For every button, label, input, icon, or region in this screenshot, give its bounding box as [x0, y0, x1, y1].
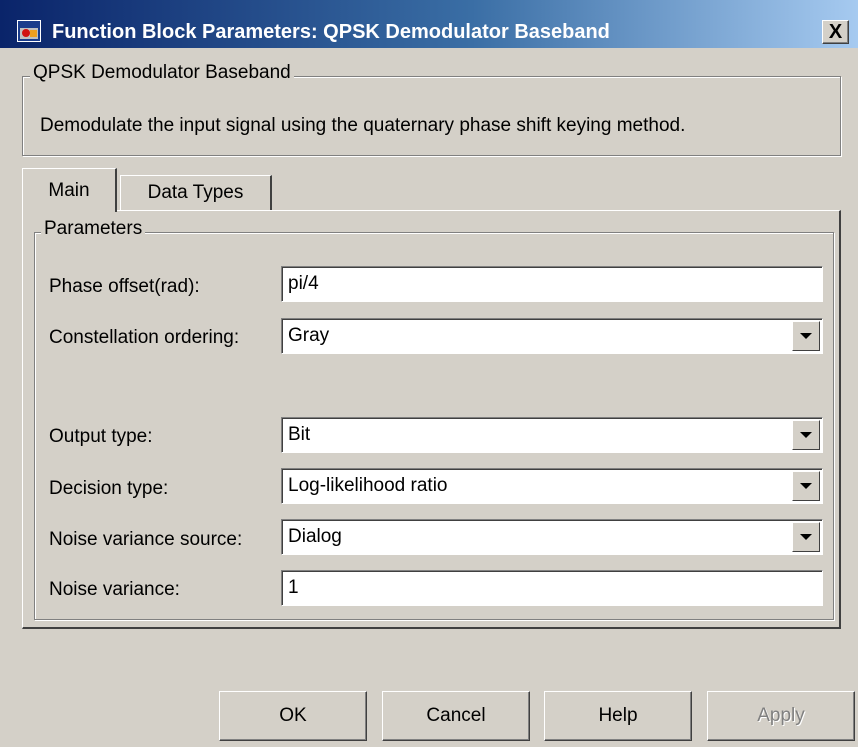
phase-offset-label: Phase offset(rad):	[49, 276, 200, 297]
decision-type-value: Log-likelihood ratio	[288, 475, 448, 496]
tab-main[interactable]: Main	[22, 168, 117, 212]
tab-main-label: Main	[48, 179, 90, 201]
noise-variance-label: Noise variance:	[49, 579, 180, 600]
constellation-ordering-dropdown-button[interactable]	[792, 321, 820, 351]
chevron-down-icon	[800, 333, 812, 339]
decision-type-label: Decision type:	[49, 478, 169, 499]
decision-type-dropdown-button[interactable]	[792, 471, 820, 501]
noise-variance-source-dropdown-button[interactable]	[792, 522, 820, 552]
close-icon: X	[828, 21, 843, 43]
tab-data-types[interactable]: Data Types	[120, 175, 272, 210]
ok-button[interactable]: OK	[219, 691, 367, 741]
parameters-legend: Parameters	[41, 218, 146, 240]
phase-offset-input[interactable]: pi/4	[281, 266, 823, 302]
chevron-down-icon	[800, 483, 812, 489]
noise-variance-source-select[interactable]: Dialog	[281, 519, 823, 555]
block-description: Demodulate the input signal using the qu…	[40, 115, 686, 136]
close-button[interactable]: X	[822, 20, 849, 44]
window-title: Function Block Parameters: QPSK Demodula…	[52, 21, 610, 43]
constellation-ordering-select[interactable]: Gray	[281, 318, 823, 354]
simulink-block-icon	[17, 20, 41, 42]
title-bar[interactable]: Function Block Parameters: QPSK Demodula…	[0, 0, 858, 48]
cancel-button[interactable]: Cancel	[382, 691, 530, 741]
chevron-down-icon	[800, 534, 812, 540]
noise-variance-source-value: Dialog	[288, 526, 342, 547]
constellation-ordering-label: Constellation ordering:	[49, 327, 240, 348]
output-type-dropdown-button[interactable]	[792, 420, 820, 450]
noise-variance-source-label: Noise variance source:	[49, 529, 243, 550]
block-name-legend: QPSK Demodulator Baseband	[30, 62, 294, 84]
output-type-label: Output type:	[49, 426, 153, 447]
apply-button[interactable]: Apply	[707, 691, 855, 741]
chevron-down-icon	[800, 432, 812, 438]
output-type-select[interactable]: Bit	[281, 417, 823, 453]
tab-data-types-label: Data Types	[147, 182, 244, 203]
help-button[interactable]: Help	[544, 691, 692, 741]
output-type-value: Bit	[288, 424, 311, 445]
constellation-ordering-value: Gray	[288, 325, 330, 346]
decision-type-select[interactable]: Log-likelihood ratio	[281, 468, 823, 504]
noise-variance-input[interactable]: 1	[281, 570, 823, 606]
